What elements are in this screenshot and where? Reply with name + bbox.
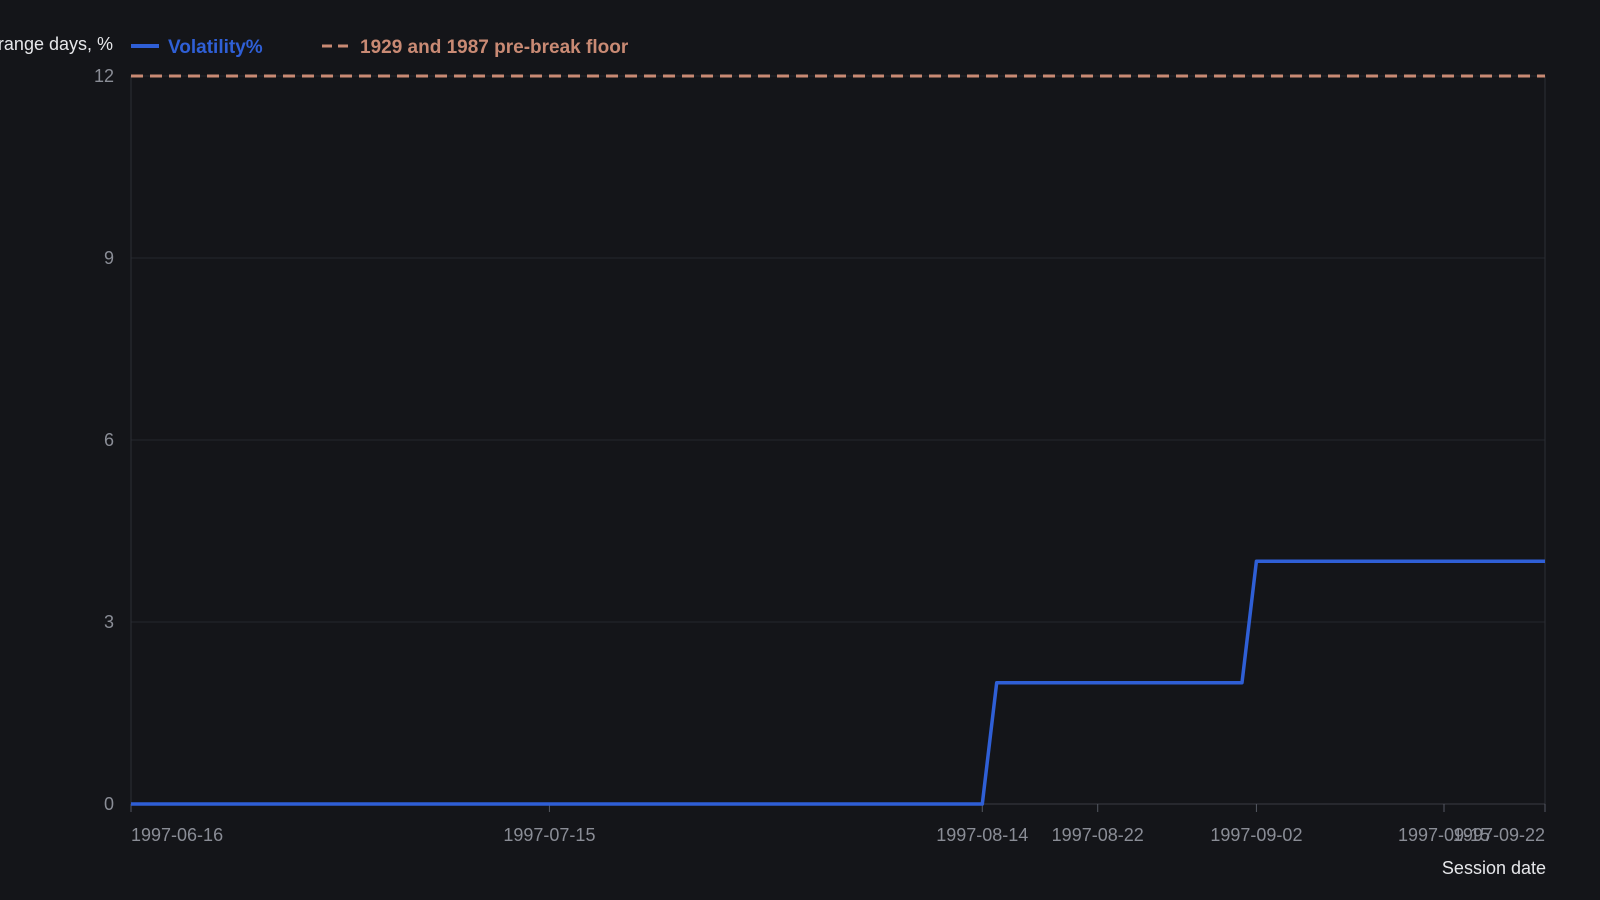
x-tick-label: 1997-07-15 <box>503 825 595 845</box>
y-tick-label: 0 <box>104 794 114 814</box>
x-tick-label: 1997-09-02 <box>1210 825 1302 845</box>
axis-layer: 0 3 6 9 12 1997-06-16 1997-07-15 1997-08-14 1997… <box>94 66 1546 845</box>
y-tick-label: 12 <box>94 66 114 86</box>
y-tick-label: 9 <box>104 248 114 268</box>
x-tick-label: 1997-08-22 <box>1052 825 1144 845</box>
line-chart: 0 3 6 9 12 1997-06-16 1997-07-15 1997-08-14 1997… <box>0 34 1546 878</box>
x-axis-title: Session date <box>1442 858 1546 878</box>
y-tick-label: 3 <box>104 612 114 632</box>
x-tick-label: 1997-06-16 <box>131 825 223 845</box>
y-axis-title: Share of limit-range days, % <box>0 34 113 54</box>
chart-root: 0 3 6 9 12 1997-06-16 1997-07-15 1997-08-14 1997… <box>0 0 1600 900</box>
legend: Share of limit-range days, % Volatility%… <box>0 34 629 58</box>
y-tick-label: 6 <box>104 430 114 450</box>
legend-label-pre-break-floor: 1929 and 1987 pre-break floor <box>360 37 629 58</box>
legend-label-volatility: Volatility% <box>168 37 263 58</box>
grid-layer <box>131 75 1545 805</box>
series-layer <box>131 559 1545 806</box>
series-line-volatility <box>131 559 1545 806</box>
x-tick-label: 1997-09-22 <box>1453 825 1545 845</box>
x-tick-label: 1997-08-14 <box>936 825 1028 845</box>
